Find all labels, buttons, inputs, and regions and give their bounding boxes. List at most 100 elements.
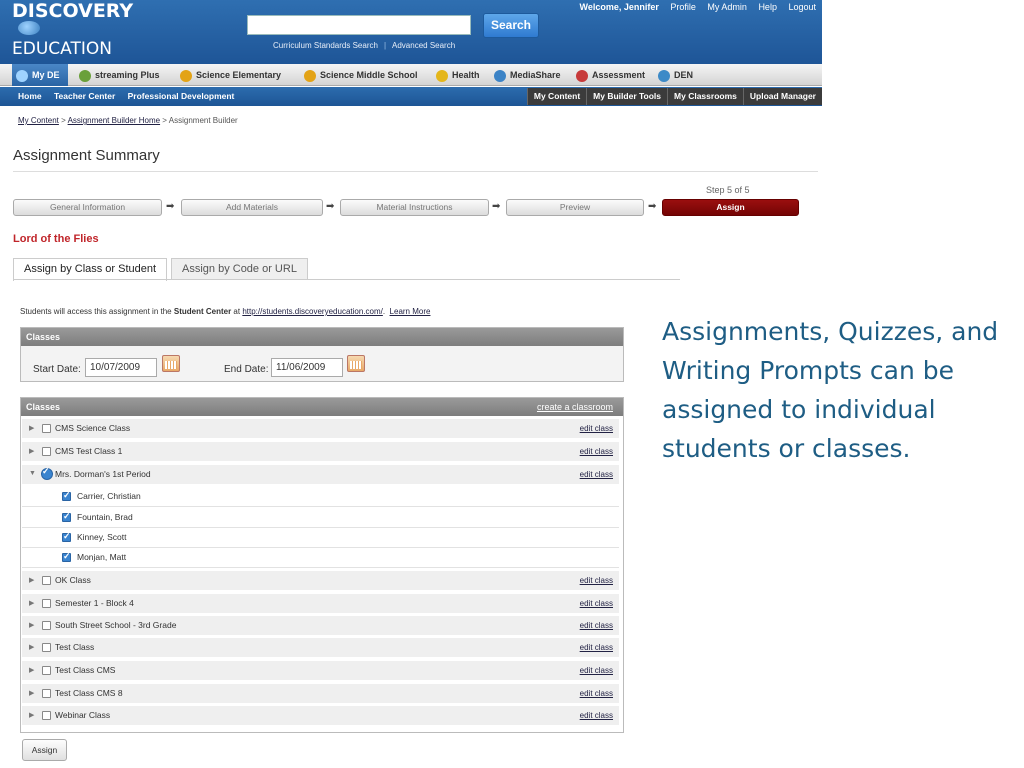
end-date-label: End Date: [224, 364, 269, 375]
student-checkbox[interactable] [62, 490, 71, 501]
step-material-instructions[interactable]: Material Instructions [340, 199, 489, 216]
edit-class-link[interactable]: edit class [580, 599, 613, 608]
edit-class-link[interactable]: edit class [580, 643, 613, 652]
class-checkbox[interactable] [42, 689, 51, 698]
tab-my-de[interactable]: My DE [12, 64, 68, 86]
expand-arrow-icon[interactable]: ▶ [29, 711, 34, 719]
start-date-input[interactable]: 10/07/2009 [85, 358, 157, 377]
collapse-arrow-icon[interactable]: ▼ [29, 470, 36, 477]
logo-line2: EDUCATION [12, 39, 112, 59]
arrow-right-icon: ➡ [166, 201, 175, 212]
class-checkbox[interactable] [42, 424, 51, 433]
tab-label: Science Middle School [320, 70, 418, 80]
calendar-icon[interactable] [347, 355, 365, 372]
streaming-icon [79, 69, 91, 82]
expand-arrow-icon[interactable]: ▶ [29, 621, 34, 629]
edit-class-link[interactable]: edit class [580, 711, 613, 720]
edit-class-link[interactable]: edit class [580, 621, 613, 630]
teacher-center-link[interactable]: Teacher Center [54, 91, 115, 101]
professional-development-link[interactable]: Professional Development [128, 91, 235, 101]
breadcrumb-my-content[interactable]: My Content [18, 116, 59, 125]
tab-den[interactable]: DEN [658, 64, 693, 86]
tab-science-middle-school[interactable]: Science Middle School [304, 64, 418, 86]
den-icon [658, 69, 670, 82]
arrow-right-icon: ➡ [492, 201, 501, 212]
student-name: Fountain, Brad [77, 512, 133, 522]
tab-assign-by-class[interactable]: Assign by Class or Student [13, 258, 168, 281]
search-links: Curriculum Standards Search | Advanced Sea… [273, 41, 455, 50]
logout-link[interactable]: Logout [788, 2, 816, 12]
step-add-materials[interactable]: Add Materials [181, 199, 323, 216]
class-checkbox[interactable] [41, 466, 53, 480]
assign-button[interactable]: Assign [22, 739, 67, 761]
student-center-link[interactable]: http://students.discoveryeducation.com/ [242, 307, 383, 316]
student-checkbox[interactable] [62, 511, 71, 522]
my-builder-tools-link[interactable]: My Builder Tools [586, 88, 668, 105]
class-name: Test Class CMS 8 [55, 688, 123, 698]
expand-arrow-icon[interactable]: ▶ [29, 689, 34, 697]
tab-label: MediaShare [510, 70, 561, 80]
learn-more-link[interactable]: Learn More [390, 307, 431, 316]
panel-header: Classes create a classroom [21, 398, 623, 416]
profile-link[interactable]: Profile [670, 2, 696, 12]
tab-assessment[interactable]: Assessment [576, 64, 645, 86]
tab-label: Assessment [592, 70, 646, 80]
health-icon [436, 69, 448, 82]
edit-class-link[interactable]: edit class [580, 447, 613, 456]
edit-class-link[interactable]: edit class [580, 576, 613, 585]
class-checkbox[interactable] [42, 599, 51, 608]
search-button[interactable]: Search [483, 13, 539, 38]
assignment-title: Lord of the Flies [13, 233, 99, 245]
class-checkbox[interactable] [42, 576, 51, 585]
create-classroom-link[interactable]: create a classroom [537, 398, 613, 416]
class-row: ▶ Webinar Class edit class [22, 706, 619, 726]
expand-arrow-icon[interactable]: ▶ [29, 643, 34, 651]
class-checkbox[interactable] [42, 621, 51, 630]
student-checkbox[interactable] [62, 531, 71, 542]
step-assign[interactable]: Assign [662, 199, 799, 216]
end-date-input[interactable]: 11/06/2009 [271, 358, 343, 377]
search-input[interactable] [247, 15, 471, 35]
logo-line1: DISCOVERY [12, 0, 134, 22]
edit-class-link[interactable]: edit class [580, 424, 613, 433]
my-de-icon [16, 69, 28, 82]
my-content-link[interactable]: My Content [526, 88, 587, 105]
classes-panel: Classes create a classroom ▶ CMS Science… [20, 397, 624, 733]
upload-manager-link[interactable]: Upload Manager [742, 88, 822, 105]
arrow-right-icon: ➡ [326, 201, 335, 212]
access-note: Students will access this assignment in … [20, 307, 430, 316]
help-link[interactable]: Help [758, 2, 777, 12]
curriculum-standards-search-link[interactable]: Curriculum Standards Search [273, 41, 378, 50]
class-checkbox[interactable] [42, 711, 51, 720]
edit-class-link[interactable]: edit class [580, 689, 613, 698]
tab-mediashare[interactable]: MediaShare [494, 64, 561, 86]
tab-science-elementary[interactable]: Science Elementary [180, 64, 281, 86]
panel-title: Classes [26, 402, 61, 412]
class-checkbox[interactable] [42, 643, 51, 652]
class-checkbox[interactable] [42, 666, 51, 675]
expand-arrow-icon[interactable]: ▶ [29, 447, 34, 455]
breadcrumb-assignment-builder-home[interactable]: Assignment Builder Home [68, 116, 160, 125]
expand-arrow-icon[interactable]: ▶ [29, 666, 34, 674]
expand-arrow-icon[interactable]: ▶ [29, 576, 34, 584]
my-classrooms-link[interactable]: My Classrooms [667, 88, 743, 105]
tab-health[interactable]: Health [436, 64, 480, 86]
calendar-icon[interactable] [162, 355, 180, 372]
class-checkbox[interactable] [42, 447, 51, 456]
expand-arrow-icon[interactable]: ▶ [29, 599, 34, 607]
step-preview[interactable]: Preview [506, 199, 644, 216]
tab-streaming-plus[interactable]: streaming Plus [79, 64, 160, 86]
expand-arrow-icon[interactable]: ▶ [29, 424, 34, 432]
step-general-information[interactable]: General Information [13, 199, 162, 216]
tab-assign-by-code[interactable]: Assign by Code or URL [171, 258, 308, 280]
mediashare-icon [494, 69, 506, 82]
home-link[interactable]: Home [18, 91, 42, 101]
top-links: Welcome, Jennifer Profile My Admin Help … [570, 2, 816, 12]
advanced-search-link[interactable]: Advanced Search [392, 41, 455, 50]
discovery-education-logo[interactable]: DISCOVERY EDUCATION [12, 2, 133, 58]
my-admin-link[interactable]: My Admin [707, 2, 747, 12]
student-checkbox[interactable] [62, 551, 71, 562]
student-name: Carrier, Christian [77, 491, 141, 501]
edit-class-link[interactable]: edit class [580, 470, 613, 479]
edit-class-link[interactable]: edit class [580, 666, 613, 675]
